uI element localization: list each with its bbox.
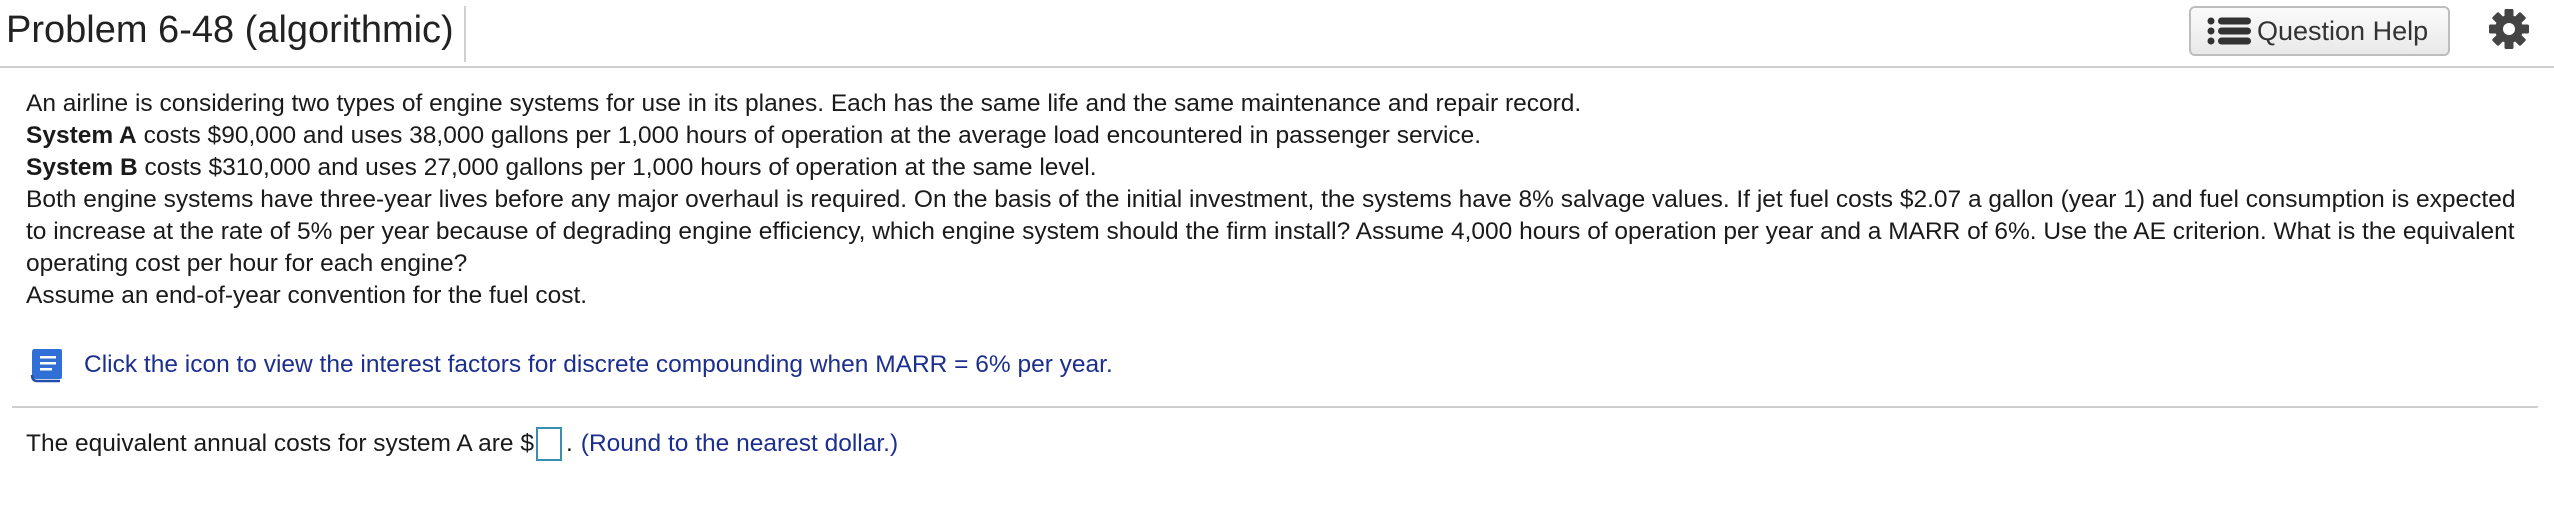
system-a-text: costs $90,000 and uses 38,000 gallons pe… bbox=[136, 122, 1482, 149]
answer-input[interactable] bbox=[535, 427, 562, 461]
rounding-hint: (Round to the nearest dollar.) bbox=[580, 430, 899, 457]
system-a-label: System A bbox=[26, 122, 137, 149]
section-divider bbox=[12, 406, 2538, 408]
problem-body: Both engine systems have three-year live… bbox=[26, 186, 2516, 277]
question-help-button[interactable]: Question Help bbox=[2189, 6, 2450, 56]
header-bar: Problem 6-48 (algorithmic) Question Help bbox=[0, 0, 2554, 68]
problem-intro: An airline is considering two types of e… bbox=[26, 90, 1582, 117]
answer-prefix: The equivalent annual costs for system A… bbox=[26, 430, 534, 457]
interest-factors-link-text[interactable]: Click the icon to view the interest fact… bbox=[84, 351, 1113, 379]
book-icon[interactable] bbox=[26, 345, 66, 385]
system-b-line: System B costs $310,000 and uses 27,000 … bbox=[26, 152, 2526, 184]
problem-assumption: Assume an end-of-year convention for the… bbox=[26, 282, 588, 309]
system-a-line: System A costs $90,000 and uses 38,000 g… bbox=[26, 120, 2526, 152]
question-help-label: Question Help bbox=[2257, 15, 2429, 46]
gear-icon[interactable] bbox=[2488, 8, 2530, 50]
system-b-text: costs $310,000 and uses 27,000 gallons p… bbox=[137, 154, 1097, 181]
answer-row: The equivalent annual costs for system A… bbox=[26, 424, 898, 464]
interest-factors-link[interactable]: Click the icon to view the interest fact… bbox=[26, 345, 1113, 385]
list-icon bbox=[2207, 16, 2253, 46]
answer-suffix: . bbox=[565, 430, 573, 457]
problem-statement: An airline is considering two types of e… bbox=[26, 88, 2526, 312]
page-title: Problem 6-48 (algorithmic) bbox=[6, 6, 466, 62]
system-b-label: System B bbox=[26, 154, 138, 181]
